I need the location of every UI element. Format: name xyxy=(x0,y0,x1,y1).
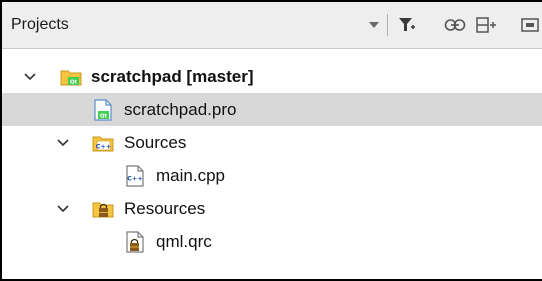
qrc-file-icon xyxy=(124,231,146,253)
cpp-file-icon: C++ xyxy=(124,165,146,187)
chevron-down-icon[interactable] xyxy=(54,192,72,225)
tree-item-project[interactable]: Qt scratchpad [master] xyxy=(2,60,542,93)
tree-item-label: scratchpad [master] xyxy=(91,67,254,86)
chevron-down-icon[interactable] xyxy=(21,60,39,93)
split-add-icon[interactable] xyxy=(474,13,498,37)
tree-item-resources[interactable]: Resources xyxy=(2,192,542,225)
chevron-down-icon[interactable] xyxy=(54,126,72,159)
link-icon[interactable] xyxy=(443,13,467,37)
close-split-icon[interactable] xyxy=(518,13,542,37)
tree-item-qml-qrc[interactable]: qml.qrc xyxy=(2,225,542,258)
tree-item-pro-file[interactable]: Qt scratchpad.pro xyxy=(2,93,542,126)
tree-item-label: main.cpp xyxy=(156,166,225,185)
filter-icon[interactable] xyxy=(395,13,419,37)
tree-item-main-cpp[interactable]: C++ main.cpp xyxy=(2,159,542,192)
panel-header: Projects xyxy=(2,2,542,49)
tree-item-label: qml.qrc xyxy=(156,232,212,251)
qt-project-folder-icon: Qt xyxy=(60,66,82,88)
svg-text:C++: C++ xyxy=(96,142,112,150)
tree-item-sources[interactable]: C++ Sources xyxy=(2,126,542,159)
panel-title: Projects xyxy=(11,16,69,33)
svg-text:Qt: Qt xyxy=(100,114,108,120)
dropdown-arrow-icon[interactable] xyxy=(362,13,386,37)
tree-item-label: Resources xyxy=(124,199,206,218)
toolbar-separator xyxy=(387,14,388,36)
tree-item-label: scratchpad.pro xyxy=(124,100,237,119)
projects-panel: Projects Qt scratchpad [master] Qt scrat… xyxy=(0,0,542,281)
qt-pro-file-icon: Qt xyxy=(92,99,114,121)
cpp-folder-icon: C++ xyxy=(92,132,114,154)
resource-folder-icon xyxy=(92,198,114,220)
svg-text:Qt: Qt xyxy=(70,80,78,86)
svg-text:C++: C++ xyxy=(127,175,143,183)
tree-item-label: Sources xyxy=(124,133,187,152)
